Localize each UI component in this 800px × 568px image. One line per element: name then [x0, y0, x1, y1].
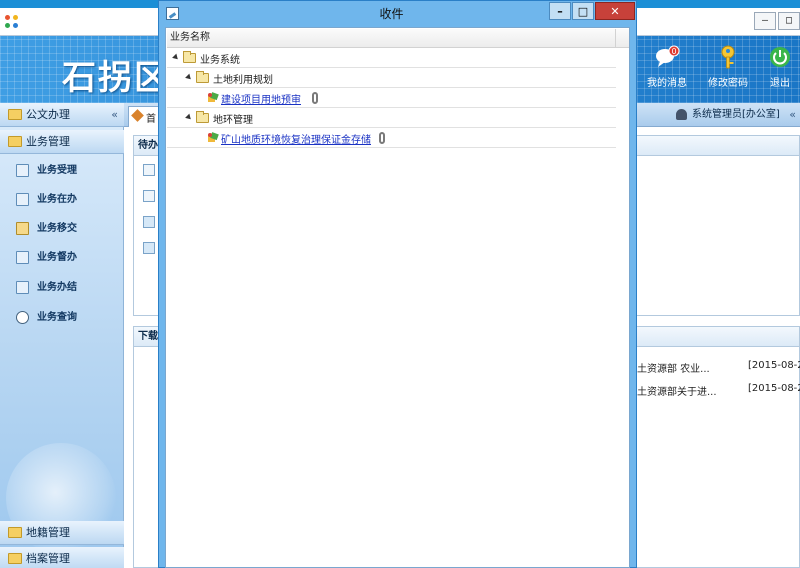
sidebar-item-label: 业务办结	[37, 282, 77, 293]
sidebar-item-transfer[interactable]: 业务移交	[0, 214, 123, 243]
tree-node-label: 地环管理	[213, 115, 253, 126]
folder-icon	[8, 109, 22, 120]
news-item-title[interactable]: 土资源部 农业...	[637, 360, 710, 375]
maximize-button[interactable]: □	[572, 2, 594, 20]
attachment-icon[interactable]	[312, 92, 318, 104]
sidebar-item-query[interactable]: 业务查询	[0, 303, 123, 332]
receive-dialog: 收件 – □ ✕ 业务名称 业务系统 土地利用规划 建设项目用地预审 地环管理 …	[158, 0, 637, 568]
sidebar-item-inprogress[interactable]: 业务在办	[0, 185, 123, 214]
tree-leaf-construction-land-pretrial[interactable]: 建设项目用地预审	[167, 88, 616, 108]
news-item-date: [2015-08-26	[748, 360, 800, 371]
app-window-buttons: – □	[752, 12, 800, 30]
collapse-chevron-icon[interactable]: «	[111, 103, 118, 127]
sidebar-section-cadastre[interactable]: 地籍管理	[0, 521, 124, 545]
business-item-link[interactable]: 建设项目用地预审	[221, 91, 301, 106]
column-header-label: 业务名称	[170, 32, 210, 43]
expand-triangle-icon[interactable]	[185, 113, 193, 122]
tree-column-header: 业务名称	[167, 29, 629, 48]
expand-triangle-icon[interactable]	[185, 73, 193, 82]
change-password-label: 修改密码	[708, 78, 748, 89]
sidebar-item-supervise[interactable]: 业务督办	[0, 243, 123, 272]
close-button[interactable]: ✕	[595, 2, 635, 20]
sidebar-section-label: 地籍管理	[26, 526, 70, 539]
sidebar-section-label: 公文办理	[26, 108, 70, 121]
news-item-date: [2015-08-26	[748, 383, 800, 394]
folder-icon	[183, 51, 196, 63]
banner-title: 石拐区	[62, 58, 170, 98]
my-messages-button[interactable]: 0 我的消息	[638, 44, 696, 89]
key-icon	[721, 45, 735, 69]
folder-icon	[8, 553, 22, 564]
sidebar-section-business[interactable]: 业务管理	[0, 130, 124, 154]
logout-button[interactable]: 退出	[760, 44, 800, 89]
app-logo-icon	[5, 15, 19, 29]
dialog-body: 业务名称 业务系统 土地利用规划 建设项目用地预审 地环管理 矿山地质环境恢复治…	[165, 27, 630, 568]
folder-icon	[8, 527, 22, 538]
sidebar-section-label: 档案管理	[26, 552, 70, 565]
column-separator	[615, 29, 629, 48]
tree-node-land-planning[interactable]: 土地利用规划	[167, 68, 616, 88]
current-user[interactable]: 系统管理员[办公室]	[676, 103, 780, 127]
dialog-titlebar[interactable]: 收件 – □ ✕	[159, 1, 636, 27]
sidebar-item-label: 业务督办	[37, 252, 77, 263]
business-item-icon	[208, 132, 219, 142]
sidebar: 公文办理 « 业务管理 业务受理 业务在办 业务移交 业务督办 业务办结 业务查…	[0, 103, 124, 568]
supervise-icon	[16, 251, 29, 264]
folder-icon	[196, 71, 209, 83]
todo-item-icon[interactable]	[143, 164, 155, 176]
todo-item-icon[interactable]	[143, 190, 155, 202]
attachment-icon[interactable]	[379, 132, 385, 144]
sidebar-section-archive[interactable]: 档案管理	[0, 547, 124, 568]
search-icon	[16, 311, 29, 324]
sidebar-item-label: 业务移交	[37, 223, 77, 234]
sidebar-section-documents[interactable]: 公文办理 «	[0, 103, 124, 127]
my-messages-label: 我的消息	[647, 78, 687, 89]
business-item-link[interactable]: 矿山地质环境恢复治理保证金存储	[221, 131, 371, 146]
home-tab-icon	[131, 109, 144, 122]
message-badge: 0	[671, 47, 676, 56]
expand-triangle-icon[interactable]	[172, 53, 180, 62]
tree-node-business-system[interactable]: 业务系统	[167, 48, 616, 68]
message-icon: 0	[656, 45, 680, 67]
sidebar-item-label: 业务查询	[37, 312, 77, 323]
minimize-button[interactable]: –	[549, 2, 571, 20]
tree-leaf-mine-restoration-deposit[interactable]: 矿山地质环境恢复治理保证金存储	[167, 128, 616, 148]
user-icon	[676, 109, 687, 120]
folder-open-icon	[8, 136, 22, 147]
sidebar-item-accept[interactable]: 业务受理	[0, 156, 123, 185]
current-user-label: 系统管理员[办公室]	[692, 109, 780, 120]
sidebar-item-label: 业务受理	[37, 165, 77, 176]
collapse-header-chevron-icon[interactable]: «	[789, 103, 796, 127]
news-item-title[interactable]: 土资源部关于进...	[637, 383, 717, 398]
sidebar-item-completed[interactable]: 业务办结	[0, 273, 123, 302]
completed-icon	[16, 281, 29, 294]
sidebar-item-label: 业务在办	[37, 194, 77, 205]
tab-label: 首	[146, 114, 156, 125]
folder-icon	[196, 111, 209, 123]
mail-icon[interactable]	[143, 242, 155, 254]
mail-icon[interactable]	[143, 216, 155, 228]
sidebar-section-label: 业务管理	[26, 135, 70, 148]
change-password-button[interactable]: 修改密码	[699, 44, 757, 89]
app-maximize-button[interactable]: □	[778, 12, 800, 30]
tree-node-label: 土地利用规划	[213, 75, 273, 86]
power-icon	[770, 47, 790, 67]
tree-node-label: 业务系统	[200, 55, 240, 66]
tree-node-geo-environment[interactable]: 地环管理	[167, 108, 616, 128]
logout-label: 退出	[770, 78, 790, 89]
app-minimize-button[interactable]: –	[754, 12, 776, 30]
business-item-icon	[208, 92, 219, 102]
transfer-icon	[16, 222, 29, 235]
inprogress-icon	[16, 193, 29, 206]
accept-icon	[16, 164, 29, 177]
